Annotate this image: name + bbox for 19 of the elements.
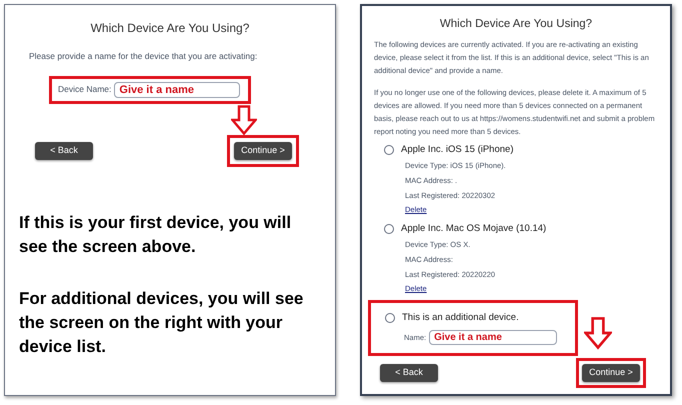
field-label: Device Name:: [58, 83, 112, 96]
name-field[interactable]: Give it a name: [429, 330, 558, 346]
device-name: Apple Inc. iOS 15 (iPhone): [401, 143, 514, 158]
screen-title: Which Device Are You Using?: [438, 17, 594, 32]
radio-button[interactable]: [384, 224, 394, 234]
additional-device-label: This is an additional device.: [402, 311, 519, 326]
down-arrow-icon: [584, 316, 612, 350]
instructions-text: Please provide a name for the device that you are activating:: [29, 50, 258, 63]
screen-title: Which Device Are You Using?: [90, 20, 250, 37]
caption-text: For additional devices, you will see the screen on the right with your device list.: [19, 288, 304, 358]
radio-button[interactable]: [385, 313, 395, 324]
device-name-field[interactable]: Give it a name: [114, 82, 240, 98]
device-name: Apple Inc. Mac OS Mojave (10.14): [401, 222, 546, 236]
continue-button[interactable]: Continue >: [582, 364, 640, 382]
back-button[interactable]: < Back: [35, 142, 93, 160]
continue-button[interactable]: Continue >: [234, 142, 292, 160]
caption-text: If this is your first device, you will see the screen above.: [19, 212, 292, 258]
back-button[interactable]: < Back: [380, 364, 438, 382]
radio-button[interactable]: [384, 145, 394, 156]
